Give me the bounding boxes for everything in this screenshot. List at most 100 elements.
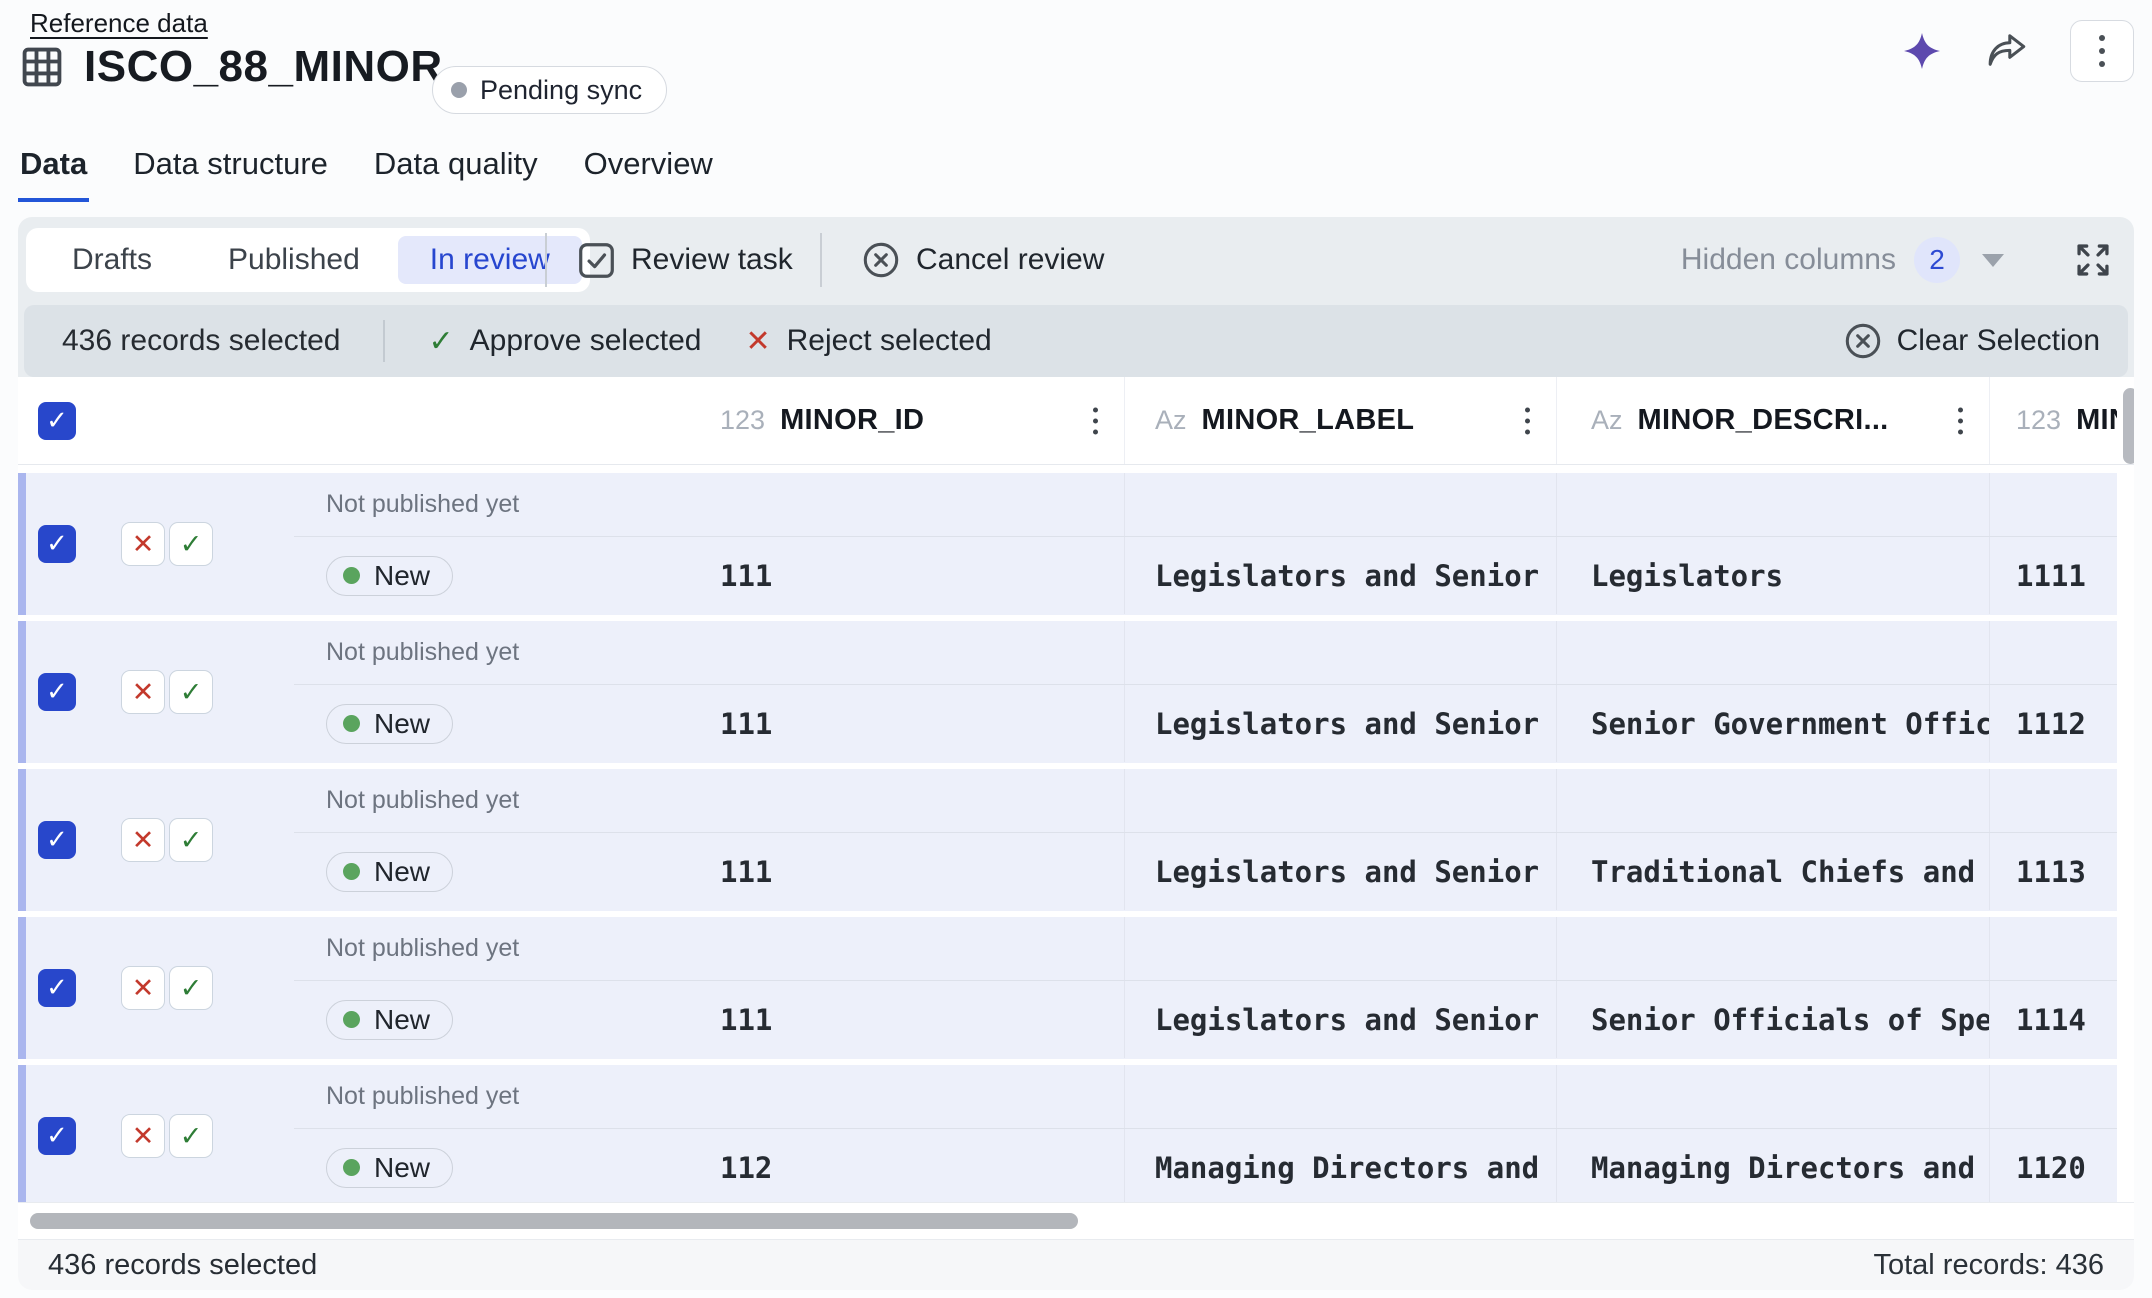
check-icon: ✓ bbox=[180, 975, 203, 1002]
reject-record-button[interactable]: ✕ bbox=[121, 670, 165, 714]
expand-icon bbox=[2074, 241, 2112, 279]
check-icon: ✓ bbox=[180, 679, 203, 706]
cell-min: 1114 bbox=[1989, 981, 2117, 1058]
share-button[interactable] bbox=[1984, 32, 2028, 70]
selected-records-summary: 436 records selected bbox=[48, 1249, 317, 1282]
tab-overview[interactable]: Overview bbox=[582, 146, 715, 202]
green-dot-icon bbox=[343, 863, 360, 880]
hidden-columns-count-badge: 2 bbox=[1914, 237, 1960, 283]
cell-minor-descri: Managing Directors and … bbox=[1556, 1129, 1989, 1202]
row-checkbox[interactable]: ✓ bbox=[38, 1117, 76, 1155]
row-accent-bar bbox=[18, 1065, 26, 1202]
vertical-scrollbar-thumb[interactable] bbox=[2123, 388, 2134, 464]
reject-record-button[interactable]: ✕ bbox=[121, 818, 165, 862]
cell-minor-descri: Senior Officials of Spe… bbox=[1556, 981, 1989, 1058]
green-dot-icon bbox=[343, 1159, 360, 1176]
check-icon: ✓ bbox=[429, 324, 454, 359]
segment-drafts[interactable]: Drafts bbox=[34, 236, 190, 284]
new-status-badge: New bbox=[326, 1148, 453, 1188]
tab-data-quality[interactable]: Data quality bbox=[372, 146, 540, 202]
check-icon: ✓ bbox=[46, 531, 68, 557]
selection-bar: 436 records selected ✓ Approve selected … bbox=[24, 305, 2128, 377]
cell-minor-descri: Traditional Chiefs and … bbox=[1556, 833, 1989, 910]
segment-published[interactable]: Published bbox=[190, 236, 398, 284]
published-version: Not published yet bbox=[294, 473, 2117, 537]
circle-x-icon bbox=[1844, 322, 1882, 360]
record-versions: Not published yet New 111 Legislators an… bbox=[294, 769, 2117, 911]
row-checkbox[interactable]: ✓ bbox=[38, 969, 76, 1007]
x-icon: ✕ bbox=[132, 1123, 155, 1150]
tab-data-structure[interactable]: Data structure bbox=[131, 146, 330, 202]
page-title: ISCO_88_MINOR bbox=[84, 42, 443, 92]
column-menu-button[interactable] bbox=[1093, 407, 1098, 434]
clear-selection-button[interactable]: Clear Selection bbox=[1844, 322, 2100, 360]
draft-version: New 111 Legislators and Senior … Traditi… bbox=[294, 833, 2117, 910]
select-all-checkbox[interactable]: ✓ bbox=[38, 402, 76, 440]
cancel-review-button[interactable]: Cancel review bbox=[862, 217, 1104, 303]
approve-record-button[interactable]: ✓ bbox=[169, 818, 213, 862]
review-task-button[interactable]: Review task bbox=[578, 217, 793, 303]
row-checkbox[interactable]: ✓ bbox=[38, 821, 76, 859]
sparkle-icon bbox=[1902, 31, 1942, 71]
breadcrumb[interactable]: Reference data bbox=[30, 8, 208, 39]
kebab-icon bbox=[2099, 35, 2105, 41]
cell-minor-label: Legislators and Senior … bbox=[1124, 833, 1556, 910]
check-icon: ✓ bbox=[180, 531, 203, 558]
green-dot-icon bbox=[343, 715, 360, 732]
check-icon: ✓ bbox=[46, 679, 68, 705]
reject-record-button[interactable]: ✕ bbox=[121, 522, 165, 566]
cell-min: 1120 bbox=[1989, 1129, 2117, 1202]
column-menu-button[interactable] bbox=[1958, 407, 1963, 434]
published-version: Not published yet bbox=[294, 917, 2117, 981]
horizontal-scrollbar-thumb[interactable] bbox=[30, 1213, 1078, 1229]
approve-record-button[interactable]: ✓ bbox=[169, 522, 213, 566]
number-type-icon: 123 bbox=[2016, 405, 2061, 436]
reject-selected-button[interactable]: ✕ Reject selected bbox=[745, 324, 991, 359]
x-icon: ✕ bbox=[132, 679, 155, 706]
tab-bar: Data Data structure Data quality Overvie… bbox=[18, 146, 715, 202]
reject-record-button[interactable]: ✕ bbox=[121, 966, 165, 1010]
draft-version: New 111 Legislators and Senior … Legisla… bbox=[294, 537, 2117, 614]
tab-data[interactable]: Data bbox=[18, 146, 89, 202]
green-dot-icon bbox=[343, 567, 360, 584]
row-accent-bar bbox=[18, 917, 26, 1059]
column-header-minor-id[interactable]: 123 MINOR_ID bbox=[660, 377, 1124, 464]
column-header-min[interactable]: 123 MIN bbox=[1989, 377, 2117, 464]
record-versions: Not published yet New 111 Legislators an… bbox=[294, 917, 2117, 1059]
not-published-label: Not published yet bbox=[326, 638, 519, 667]
hidden-columns-dropdown[interactable]: Hidden columns 2 bbox=[1681, 217, 2004, 303]
not-published-label: Not published yet bbox=[326, 490, 519, 519]
title-row: ISCO_88_MINOR bbox=[20, 42, 443, 92]
table-body: ✓ ✕ ✓ Not published yet New 111 Legislat… bbox=[18, 465, 2134, 1202]
row-checkbox[interactable]: ✓ bbox=[38, 525, 76, 563]
records-selected-count: 436 records selected bbox=[62, 324, 341, 358]
more-options-button[interactable] bbox=[2070, 20, 2134, 82]
row-checkbox[interactable]: ✓ bbox=[38, 673, 76, 711]
horizontal-scrollbar-track[interactable] bbox=[18, 1202, 2134, 1240]
x-icon: ✕ bbox=[132, 975, 155, 1002]
segment-in-review[interactable]: In review bbox=[398, 236, 582, 284]
draft-version: New 111 Legislators and Senior … Senior … bbox=[294, 685, 2117, 762]
cell-minor-label: Managing Directors and … bbox=[1124, 1129, 1556, 1202]
record-versions: Not published yet New 111 Legislators an… bbox=[294, 621, 2117, 763]
not-published-label: Not published yet bbox=[326, 1082, 519, 1111]
ai-sparkle-button[interactable] bbox=[1902, 31, 1942, 71]
fullscreen-button[interactable] bbox=[2074, 241, 2112, 279]
approve-record-button[interactable]: ✓ bbox=[169, 670, 213, 714]
checkbox-check-icon bbox=[578, 242, 615, 279]
draft-version: New 112 Managing Directors and … Managin… bbox=[294, 1129, 2117, 1202]
total-records-summary: Total records: 436 bbox=[1873, 1249, 2104, 1282]
approve-record-button[interactable]: ✓ bbox=[169, 1114, 213, 1158]
table-status-bar: 436 records selected Total records: 436 bbox=[18, 1240, 2134, 1290]
column-header-minor-label[interactable]: Az MINOR_LABEL bbox=[1124, 377, 1556, 464]
toolbar-divider bbox=[545, 233, 547, 287]
pending-sync-label: Pending sync bbox=[480, 75, 642, 106]
published-version: Not published yet bbox=[294, 621, 2117, 685]
reject-record-button[interactable]: ✕ bbox=[121, 1114, 165, 1158]
approve-selected-button[interactable]: ✓ Approve selected bbox=[429, 324, 702, 359]
column-menu-button[interactable] bbox=[1525, 407, 1530, 434]
text-type-icon: Az bbox=[1591, 405, 1623, 436]
column-header-minor-descri[interactable]: Az MINOR_DESCRI... bbox=[1556, 377, 1989, 464]
cell-minor-id: 111 bbox=[660, 981, 1124, 1058]
approve-record-button[interactable]: ✓ bbox=[169, 966, 213, 1010]
